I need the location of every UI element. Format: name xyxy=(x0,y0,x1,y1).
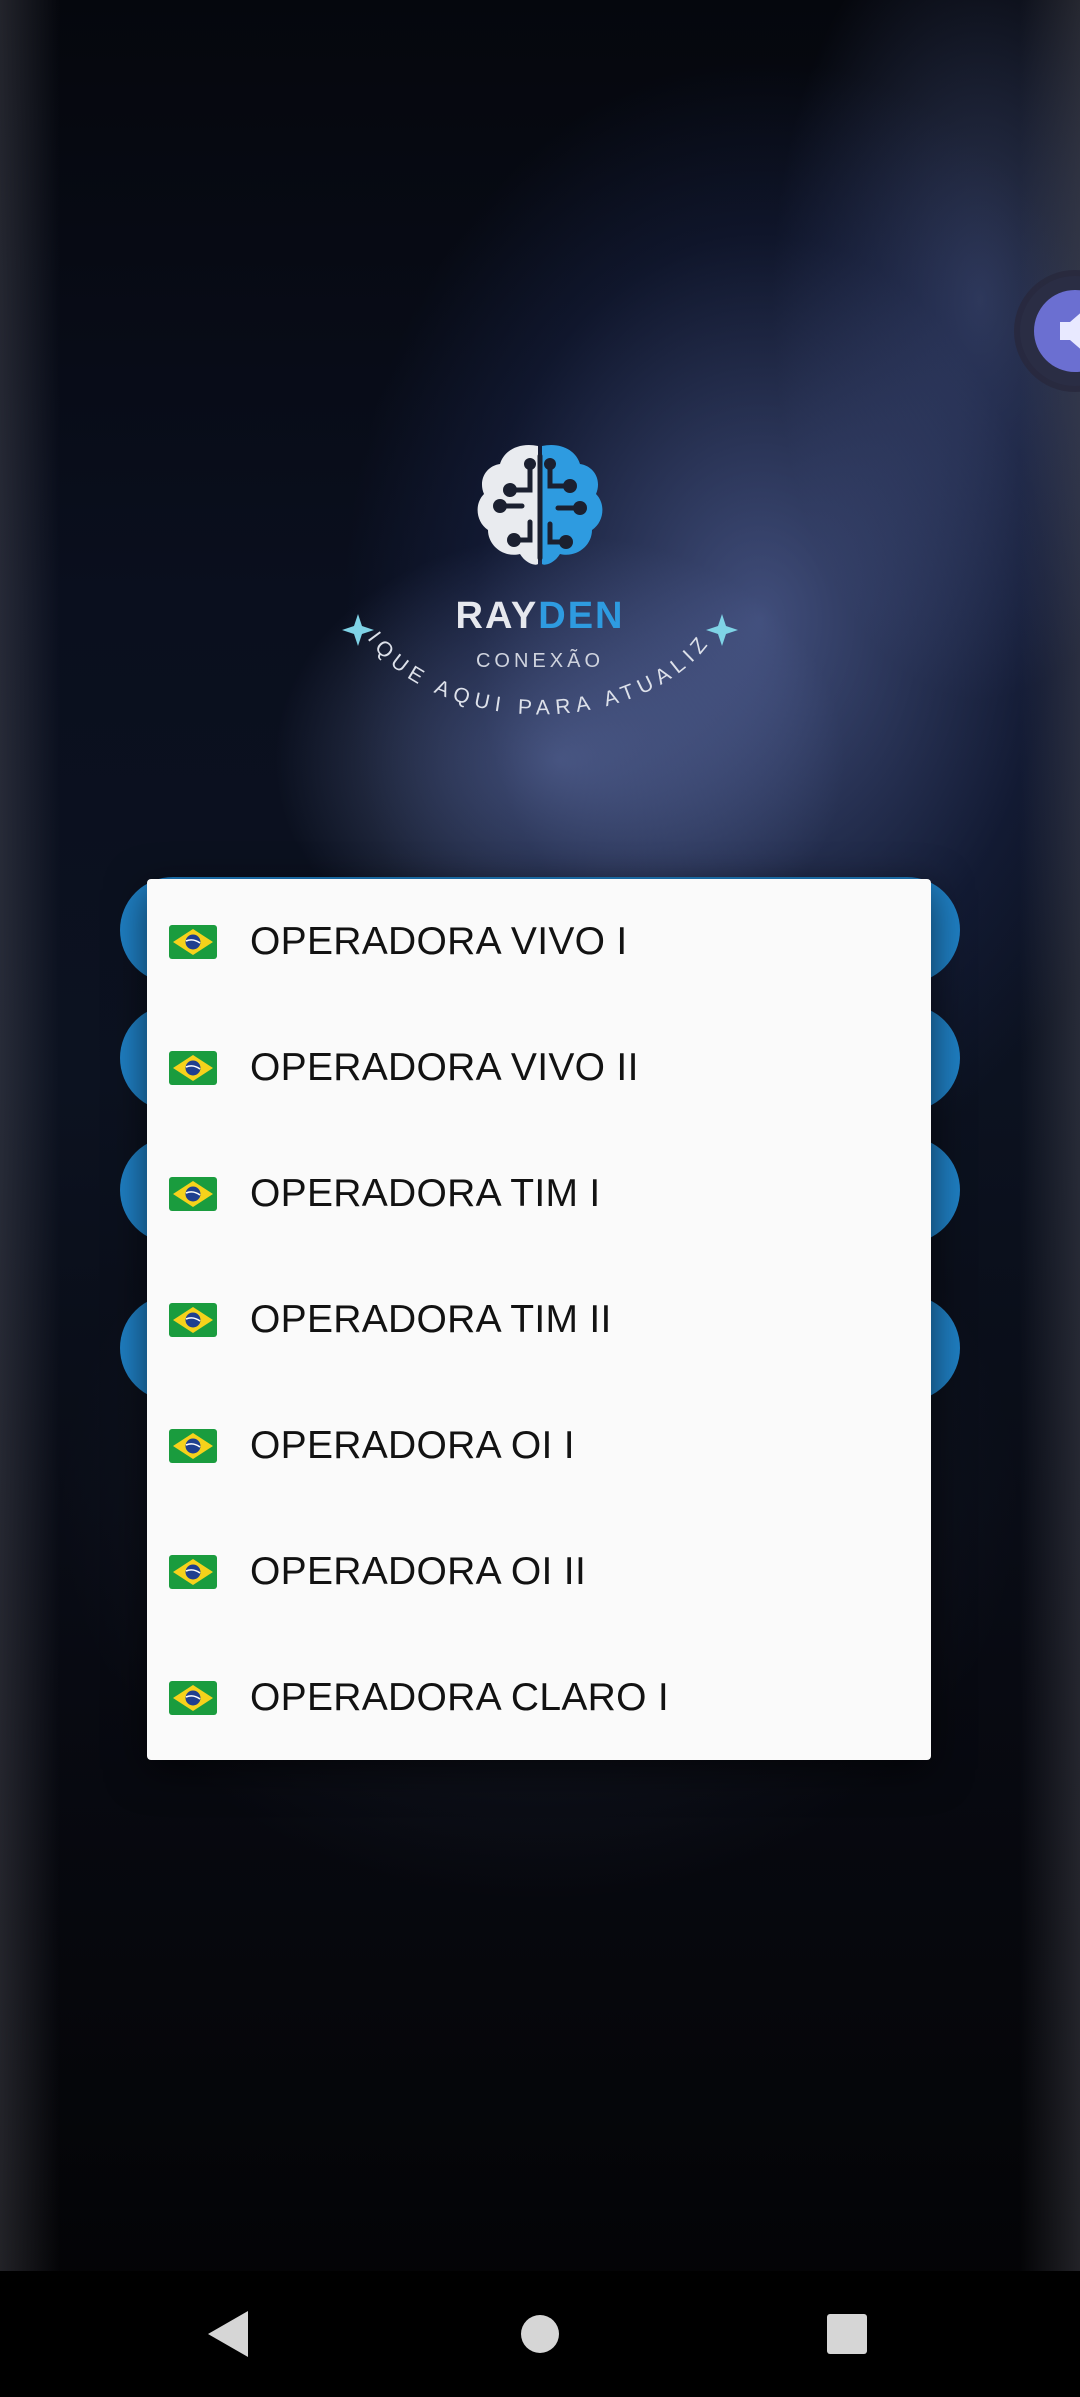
edge-shade-left xyxy=(0,0,60,2397)
update-arc-label: CLIQUE AQUI PARA ATUALIZAR xyxy=(330,420,710,720)
brazil-flag-icon xyxy=(169,1051,217,1085)
operator-option-tim-1[interactable]: OPERADORA TIM I xyxy=(147,1131,931,1257)
brazil-flag-icon xyxy=(169,1555,217,1589)
speaker-icon xyxy=(1060,313,1080,349)
operator-option-oi-2[interactable]: OPERADORA OI II xyxy=(147,1509,931,1635)
operator-option-label: OPERADORA OI I xyxy=(250,1424,575,1467)
brazil-flag-icon xyxy=(169,1681,217,1715)
operator-option-label: OPERADORA VIVO II xyxy=(250,1046,639,1089)
operator-option-label: OPERADORA TIM I xyxy=(250,1172,601,1215)
operator-option-vivo-2[interactable]: OPERADORA VIVO II xyxy=(147,1005,931,1131)
operator-option-claro-1[interactable]: OPERADORA CLARO I xyxy=(147,1635,931,1760)
app-screen: RAYDEN CONEXÃO CLIQUE AQUI PARA ATUALIZA… xyxy=(0,0,1080,2397)
brazil-flag-icon xyxy=(169,1177,217,1211)
svg-text:CLIQUE AQUI PARA ATUALIZAR: CLIQUE AQUI PARA ATUALIZAR xyxy=(330,420,716,720)
brazil-flag-icon xyxy=(169,1429,217,1463)
update-arc-text: CLIQUE AQUI PARA ATUALIZAR xyxy=(330,420,738,720)
nav-home-button[interactable] xyxy=(460,2271,620,2397)
audio-toggle-button[interactable] xyxy=(1020,276,1080,386)
operator-option-label: OPERADORA VIVO I xyxy=(250,920,628,963)
back-icon xyxy=(208,2311,248,2357)
operator-option-label: OPERADORA OI II xyxy=(250,1550,587,1593)
operator-option-label: OPERADORA TIM II xyxy=(250,1298,612,1341)
operator-option-vivo-1[interactable]: OPERADORA VIVO I xyxy=(147,879,931,1005)
system-nav-bar xyxy=(0,2271,1080,2397)
operator-option-tim-2[interactable]: OPERADORA TIM II xyxy=(147,1257,931,1383)
brazil-flag-icon xyxy=(169,1303,217,1337)
brazil-flag-icon xyxy=(169,925,217,959)
operator-select-dialog: OPERADORA VIVO I OPERADORA VIVO II OPERA… xyxy=(147,879,931,1760)
operator-option-oi-1[interactable]: OPERADORA OI I xyxy=(147,1383,931,1509)
nav-back-button[interactable] xyxy=(150,2271,310,2397)
recents-icon xyxy=(827,2314,867,2354)
update-logo-button[interactable]: RAYDEN CONEXÃO CLIQUE AQUI PARA ATUALIZA… xyxy=(330,420,750,780)
home-icon xyxy=(521,2315,559,2353)
operator-option-label: OPERADORA CLARO I xyxy=(250,1676,670,1719)
nav-recents-button[interactable] xyxy=(767,2271,927,2397)
